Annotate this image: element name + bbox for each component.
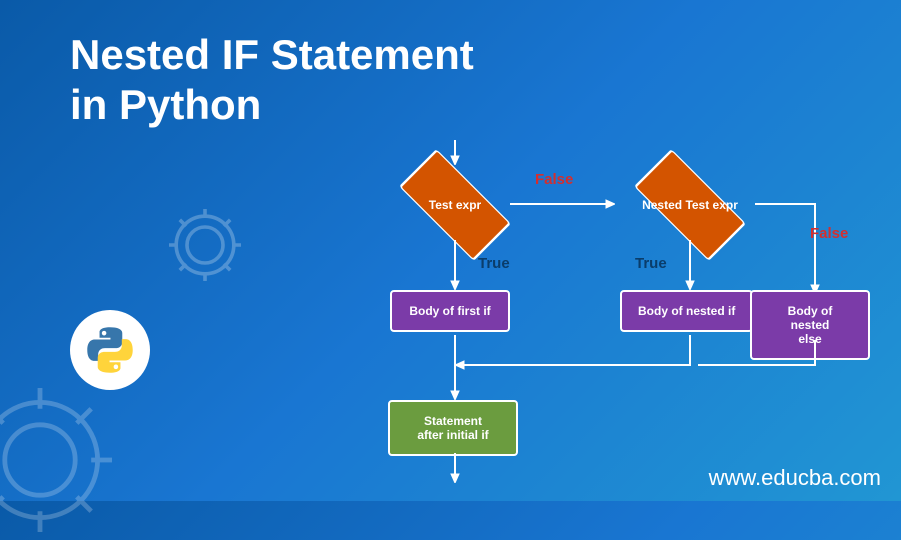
box-statement-after: Statement after initial if xyxy=(388,400,518,456)
diamond-label: Test expr xyxy=(429,198,481,212)
box-label: Body of nested if xyxy=(638,304,735,318)
label-true: True xyxy=(478,255,510,272)
box-body-first-if: Body of first if xyxy=(390,290,510,332)
title-line2: in Python xyxy=(70,81,261,128)
gear-icon xyxy=(0,380,120,540)
page-title: Nested IF Statement in Python xyxy=(70,30,474,131)
gear-icon xyxy=(160,200,250,290)
title-line1: Nested IF Statement xyxy=(70,31,474,78)
label-false: False xyxy=(810,225,848,242)
box-label-line2: after initial if xyxy=(417,428,488,442)
python-logo-badge xyxy=(70,310,150,390)
flowchart-container: Test expr False Nested Test expr False T… xyxy=(300,155,870,485)
diamond-test-expr: Test expr xyxy=(395,170,515,240)
diamond-label: Nested Test expr xyxy=(642,198,738,212)
label-false: False xyxy=(535,171,573,188)
box-body-nested-if: Body of nested if xyxy=(620,290,753,332)
box-label-line1: Statement xyxy=(424,414,482,428)
box-label: Body of first if xyxy=(409,304,490,318)
diamond-nested-test: Nested Test expr xyxy=(620,170,760,240)
python-icon xyxy=(85,325,135,375)
website-url: www.educba.com xyxy=(709,465,881,491)
label-true: True xyxy=(635,255,667,272)
